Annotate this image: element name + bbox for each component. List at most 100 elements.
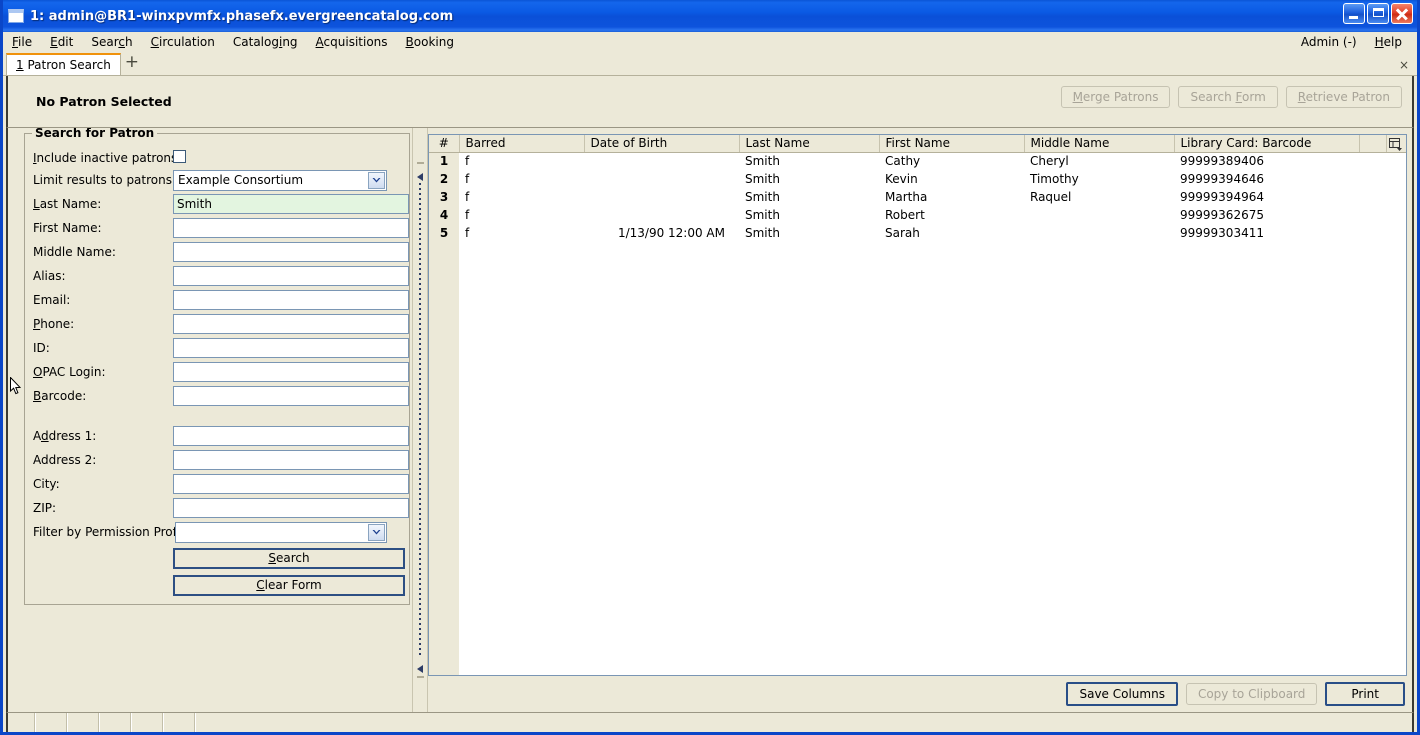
table-row[interactable]: 1 f Smith Cathy Cheryl 99999389406 — [429, 152, 1406, 170]
maximize-button[interactable] — [1367, 3, 1389, 24]
address2-input[interactable] — [173, 450, 409, 470]
menu-cataloging[interactable]: Cataloging — [224, 34, 307, 50]
alias-input[interactable] — [173, 266, 409, 286]
cell-spacer — [1359, 170, 1386, 188]
first-name-input[interactable] — [173, 218, 409, 238]
opac-login-input[interactable] — [173, 362, 409, 382]
field-row-last-name: Last Name: — [25, 192, 411, 216]
tab-patron-search[interactable]: 1 Patron Search — [6, 53, 121, 75]
menu-edit[interactable]: Edit — [41, 34, 82, 50]
title-bar: 1: admin@BR1-winxpvmfx.phasefx.evergreen… — [3, 0, 1417, 32]
results-number-gutter — [429, 242, 459, 675]
collapse-left-arrow-icon-2[interactable] — [417, 662, 424, 673]
table-row[interactable]: 5 f 1/13/90 12:00 AM Smith Sarah 9999930… — [429, 224, 1406, 242]
menu-help[interactable]: Help — [1366, 34, 1411, 50]
column-header-number[interactable]: # — [429, 135, 460, 153]
window-icon — [8, 9, 24, 23]
field-row-zip: ZIP: — [25, 496, 411, 520]
tab-strip: 1 Patron Search + × — [3, 51, 1417, 76]
include-inactive-checkbox[interactable] — [173, 150, 186, 163]
limit-results-select[interactable]: Example Consortium — [173, 169, 387, 191]
id-input[interactable] — [173, 338, 409, 358]
menu-booking[interactable]: Booking — [397, 34, 463, 50]
cell-end — [1386, 188, 1406, 206]
cell-dob: 1/13/90 12:00 AM — [584, 224, 739, 242]
menu-admin[interactable]: Admin (-) — [1292, 34, 1366, 50]
splitter-grip[interactable] — [419, 183, 421, 657]
column-header-library-card-barcode[interactable]: Library Card: Barcode — [1174, 135, 1360, 153]
save-columns-button[interactable]: Save Columns — [1066, 682, 1178, 706]
results-body: 1 f Smith Cathy Cheryl 99999389406 2 f S… — [429, 152, 1406, 242]
status-cell-6 — [164, 713, 196, 732]
retrieve-patron-button[interactable]: Retrieve Patron — [1285, 86, 1402, 108]
field-row-limit-results: Limit results to patrons in Example Cons… — [25, 168, 411, 192]
minimize-button[interactable] — [1343, 3, 1365, 24]
middle-name-input[interactable] — [173, 242, 409, 262]
phone-input[interactable] — [173, 314, 409, 334]
merge-patrons-button[interactable]: Merge Patrons — [1060, 86, 1171, 108]
search-form-button[interactable]: Search Form — [1178, 86, 1278, 108]
column-header-barred[interactable]: Barred — [459, 135, 585, 153]
table-row[interactable]: 2 f Smith Kevin Timothy 99999394646 — [429, 170, 1406, 188]
status-cell-3 — [68, 713, 100, 732]
limit-results-select-wrap: Example Consortium — [173, 169, 387, 191]
chevron-down-icon[interactable] — [368, 523, 385, 541]
cell-first-name: Kevin — [879, 170, 1024, 188]
cell-middle-name: Cheryl — [1024, 152, 1174, 170]
cell-dob — [584, 152, 739, 170]
column-header-date-of-birth[interactable]: Date of Birth — [584, 135, 740, 153]
field-row-clear-button: Clear Form — [25, 573, 411, 597]
address2-input-wrap — [173, 450, 409, 470]
label-barcode: Barcode: — [33, 389, 87, 403]
cell-dob — [584, 188, 739, 206]
copy-to-clipboard-button[interactable]: Copy to Clipboard — [1185, 683, 1318, 705]
search-form-legend: Search for Patron — [32, 128, 158, 140]
menu-search[interactable]: Search — [82, 34, 141, 50]
results-footer: Save Columns Copy to Clipboard Print — [428, 676, 1407, 712]
print-button[interactable]: Print — [1325, 682, 1405, 706]
email-input[interactable] — [173, 290, 409, 310]
last-name-input[interactable] — [173, 194, 409, 214]
cell-barred: f — [459, 152, 584, 170]
pane-splitter[interactable] — [412, 128, 428, 712]
column-picker-icon[interactable] — [1386, 135, 1406, 153]
field-row-permission-profile: Filter by Permission Profile: — [25, 520, 411, 544]
collapse-left-arrow-icon[interactable] — [417, 170, 424, 181]
status-cell-main — [196, 713, 1412, 732]
cell-end — [1386, 224, 1406, 242]
zip-input[interactable] — [173, 498, 409, 518]
field-row-barcode: Barcode: — [25, 384, 411, 408]
menu-circulation[interactable]: Circulation — [142, 34, 224, 50]
city-input[interactable] — [173, 474, 409, 494]
results-header-row: # Barred Date of Birth Last Name First N… — [429, 135, 1406, 153]
clear-form-button[interactable]: Clear Form — [173, 574, 405, 596]
email-input-wrap — [173, 290, 409, 310]
cell-barred: f — [459, 224, 584, 242]
column-header-first-name[interactable]: First Name — [879, 135, 1025, 153]
close-tab-button[interactable]: × — [1399, 58, 1409, 72]
chevron-down-icon[interactable] — [368, 171, 385, 189]
address1-input[interactable] — [173, 426, 409, 446]
cell-barred: f — [459, 170, 584, 188]
menu-acquisitions[interactable]: Acquisitions — [307, 34, 397, 50]
barcode-input-wrap — [173, 386, 409, 406]
cell-number: 5 — [429, 224, 459, 242]
cell-last-name: Smith — [739, 206, 879, 224]
column-header-last-name[interactable]: Last Name — [739, 135, 880, 153]
column-header-middle-name[interactable]: Middle Name — [1024, 135, 1175, 153]
menu-file[interactable]: File — [3, 34, 41, 50]
cell-spacer — [1359, 224, 1386, 242]
new-tab-button[interactable]: + — [121, 51, 143, 75]
search-button[interactable]: Search — [173, 547, 405, 569]
table-row[interactable]: 3 f Smith Martha Raquel 99999394964 — [429, 188, 1406, 206]
cell-middle-name: Timothy — [1024, 170, 1174, 188]
cell-middle-name — [1024, 224, 1174, 242]
patron-status-label: No Patron Selected — [36, 94, 172, 109]
main-split-area: Search for Patron Include inactive patro… — [6, 128, 1414, 712]
status-bar — [6, 712, 1414, 732]
close-button[interactable] — [1391, 3, 1413, 24]
label-address2: Address 2: — [33, 453, 97, 467]
table-row[interactable]: 4 f Smith Robert 99999362675 — [429, 206, 1406, 224]
barcode-input[interactable] — [173, 386, 409, 406]
permission-profile-select[interactable] — [175, 521, 387, 543]
